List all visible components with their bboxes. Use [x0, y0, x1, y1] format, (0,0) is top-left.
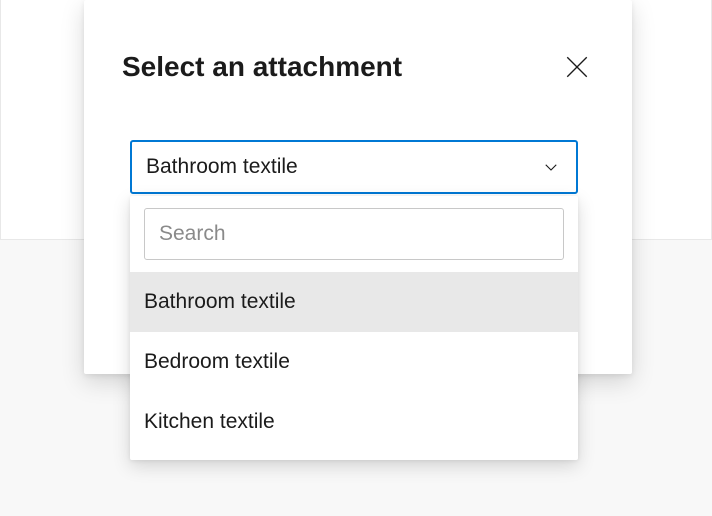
- option-label: Bathroom textile: [144, 290, 296, 314]
- dialog-title: Select an attachment: [122, 51, 402, 83]
- attachment-select[interactable]: Bathroom textile: [130, 140, 578, 194]
- close-icon: [564, 54, 590, 80]
- option-bathroom-textile[interactable]: Bathroom textile: [130, 272, 578, 332]
- option-label: Bedroom textile: [144, 350, 290, 374]
- select-attachment-dialog: Select an attachment Bathroom textile Ba…: [84, 0, 632, 374]
- option-kitchen-textile[interactable]: Kitchen textile: [130, 392, 578, 452]
- select-value: Bathroom textile: [146, 155, 298, 179]
- close-button[interactable]: [560, 50, 594, 84]
- option-label: Kitchen textile: [144, 410, 275, 434]
- dialog-header: Select an attachment: [122, 50, 594, 84]
- attachment-dropdown: Bathroom textile Bedroom textile Kitchen…: [130, 196, 578, 460]
- attachment-select-wrapper: Bathroom textile Bathroom textile Bedroo…: [130, 140, 578, 194]
- search-wrapper: [130, 208, 578, 272]
- chevron-down-icon: [542, 158, 560, 176]
- option-bedroom-textile[interactable]: Bedroom textile: [130, 332, 578, 392]
- search-input[interactable]: [144, 208, 564, 260]
